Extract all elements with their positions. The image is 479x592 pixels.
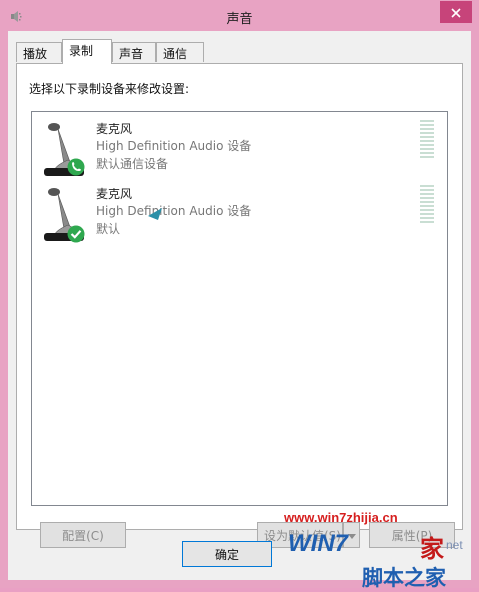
phone-badge-icon [67,158,85,180]
device-name: 麦克风 [96,122,133,136]
device-list[interactable]: 麦克风 High Definition Audio 设备 默认通信设备 麦克风 … [31,111,448,506]
dialog-client: 播放 录制 声音 通信 选择以下录制设备来修改设置: 麦克风 High Defi… [8,31,471,580]
tab-playback[interactable]: 播放 [16,42,62,62]
tab-communications[interactable]: 通信 [156,42,204,62]
device-status: 默认通信设备 [96,157,169,171]
window-title: 声音 [226,12,253,27]
ok-button[interactable]: 确定 [182,541,272,567]
watermark-url: www.win7zhijia.cn [284,510,398,525]
device-description: High Definition Audio 设备 [96,204,252,218]
tab-sounds[interactable]: 声音 [112,42,156,62]
device-name: 麦克风 [96,187,133,201]
device-description: High Definition Audio 设备 [96,139,252,153]
close-icon [451,3,461,22]
chevron-down-icon [347,528,356,542]
sound-dialog: 声音 播放 录制 声音 通信 选择以下录制设备来修改设置: 麦克风 High D… [0,0,479,590]
level-meter [420,185,434,225]
device-status: 默认 [96,222,121,236]
list-item[interactable]: 麦克风 High Definition Audio 设备 默认 [32,185,447,249]
tab-recording[interactable]: 录制 [62,39,112,64]
check-badge-icon [67,225,85,247]
watermark-logo-jia: 家 [420,535,444,563]
title-bar: 声音 [0,0,479,32]
close-button[interactable] [440,1,472,23]
mouse-cursor-icon [148,205,166,224]
configure-button[interactable]: 配置(C) [40,522,126,548]
level-meter [420,120,434,160]
recording-panel: 选择以下录制设备来修改设置: 麦克风 High Definition Audio… [16,63,463,548]
watermark-net: net [446,538,463,552]
list-item[interactable]: 麦克风 High Definition Audio 设备 默认通信设备 [32,120,447,184]
watermark-logo: WIN7 [288,530,348,557]
instruction-text: 选择以下录制设备来修改设置: [29,82,190,96]
